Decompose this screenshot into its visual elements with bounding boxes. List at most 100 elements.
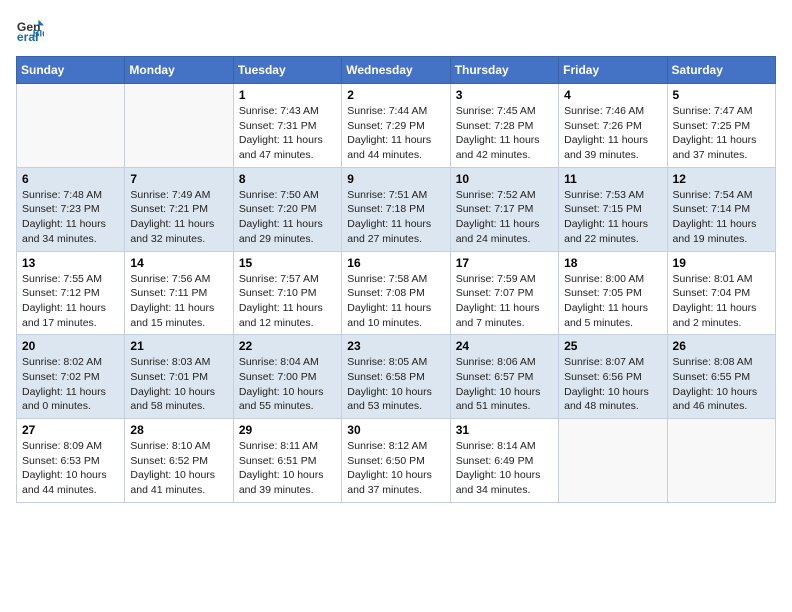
calendar-cell: 23 Sunrise: 8:05 AM Sunset: 6:58 PM Dayli… [342, 335, 450, 419]
day-info: Sunrise: 7:49 AM Sunset: 7:21 PM Dayligh… [130, 188, 227, 247]
svg-text:Blue: Blue [33, 29, 44, 39]
day-info: Sunrise: 8:01 AM Sunset: 7:04 PM Dayligh… [673, 272, 770, 331]
calendar-cell: 16Sunrise: 7:58 AM Sunset: 7:08 PM Dayli… [342, 251, 450, 335]
calendar-cell [125, 84, 233, 168]
day-number: 20 [22, 339, 119, 353]
calendar-cell: 28 Sunrise: 8:10 AM Sunset: 6:52 PM Dayli… [125, 419, 233, 503]
day-number: 16 [347, 256, 444, 270]
calendar-body: 1 Sunrise: 7:43 AM Sunset: 7:31 PM Daylig… [17, 84, 776, 503]
day-number: 31 [456, 423, 553, 437]
day-number: 14 [130, 256, 227, 270]
day-info: Sunrise: 7:50 AM Sunset: 7:20 PM Dayligh… [239, 188, 336, 247]
calendar-cell: 7Sunrise: 7:49 AM Sunset: 7:21 PM Daylig… [125, 167, 233, 251]
header-day-wednesday: Wednesday [342, 57, 450, 84]
day-info: Sunrise: 8:10 AM Sunset: 6:52 PM Dayligh… [130, 439, 227, 498]
day-info: Sunrise: 8:09 AM Sunset: 6:53 PM Dayligh… [22, 439, 119, 498]
calendar-cell: 6 Sunrise: 7:48 AM Sunset: 7:23 PM Daylig… [17, 167, 125, 251]
logo: Gen eral Blue [16, 16, 48, 44]
day-info: Sunrise: 7:43 AM Sunset: 7:31 PM Dayligh… [239, 104, 336, 163]
calendar-cell: 14 Sunrise: 7:56 AM Sunset: 7:11 PM Dayli… [125, 251, 233, 335]
header-day-tuesday: Tuesday [233, 57, 341, 84]
calendar-table: SundayMondayTuesdayWednesdayThursdayFrid… [16, 56, 776, 503]
calendar-cell [17, 84, 125, 168]
day-info: Sunrise: 7:46 AM Sunset: 7:26 PM Dayligh… [564, 104, 661, 163]
day-number: 1 [239, 88, 336, 102]
calendar-cell: 10 Sunrise: 7:52 AM Sunset: 7:17 PM Dayli… [450, 167, 558, 251]
header-day-monday: Monday [125, 57, 233, 84]
calendar-cell: 30 Sunrise: 8:12 AM Sunset: 6:50 PM Dayli… [342, 419, 450, 503]
week-row-4: 27 Sunrise: 8:09 AM Sunset: 6:53 PM Dayli… [17, 419, 776, 503]
day-number: 2 [347, 88, 444, 102]
day-number: 25 [564, 339, 661, 353]
day-number: 28 [130, 423, 227, 437]
day-number: 26 [673, 339, 770, 353]
header-day-sunday: Sunday [17, 57, 125, 84]
day-info: Sunrise: 7:53 AM Sunset: 7:15 PM Dayligh… [564, 188, 661, 247]
day-number: 27 [22, 423, 119, 437]
day-info: Sunrise: 8:14 AM Sunset: 6:49 PM Dayligh… [456, 439, 553, 498]
day-number: 22 [239, 339, 336, 353]
day-number: 9 [347, 172, 444, 186]
week-row-3: 20Sunrise: 8:02 AM Sunset: 7:02 PM Dayli… [17, 335, 776, 419]
day-number: 21 [130, 339, 227, 353]
week-row-0: 1 Sunrise: 7:43 AM Sunset: 7:31 PM Daylig… [17, 84, 776, 168]
day-number: 30 [347, 423, 444, 437]
calendar-cell: 3 Sunrise: 7:45 AM Sunset: 7:28 PM Daylig… [450, 84, 558, 168]
day-info: Sunrise: 7:59 AM Sunset: 7:07 PM Dayligh… [456, 272, 553, 331]
week-row-2: 13Sunrise: 7:55 AM Sunset: 7:12 PM Dayli… [17, 251, 776, 335]
day-number: 13 [22, 256, 119, 270]
day-number: 11 [564, 172, 661, 186]
day-info: Sunrise: 7:45 AM Sunset: 7:28 PM Dayligh… [456, 104, 553, 163]
calendar-cell: 22 Sunrise: 8:04 AM Sunset: 7:00 PM Dayli… [233, 335, 341, 419]
calendar-cell: 12Sunrise: 7:54 AM Sunset: 7:14 PM Dayli… [667, 167, 775, 251]
day-number: 6 [22, 172, 119, 186]
calendar-header: SundayMondayTuesdayWednesdayThursdayFrid… [17, 57, 776, 84]
day-info: Sunrise: 8:04 AM Sunset: 7:00 PM Dayligh… [239, 355, 336, 414]
header-day-saturday: Saturday [667, 57, 775, 84]
day-info: Sunrise: 7:57 AM Sunset: 7:10 PM Dayligh… [239, 272, 336, 331]
day-info: Sunrise: 8:06 AM Sunset: 6:57 PM Dayligh… [456, 355, 553, 414]
day-info: Sunrise: 8:12 AM Sunset: 6:50 PM Dayligh… [347, 439, 444, 498]
calendar-cell: 11 Sunrise: 7:53 AM Sunset: 7:15 PM Dayli… [559, 167, 667, 251]
day-number: 24 [456, 339, 553, 353]
calendar-cell: 2 Sunrise: 7:44 AM Sunset: 7:29 PM Daylig… [342, 84, 450, 168]
calendar-cell: 9 Sunrise: 7:51 AM Sunset: 7:18 PM Daylig… [342, 167, 450, 251]
day-number: 15 [239, 256, 336, 270]
day-number: 18 [564, 256, 661, 270]
logo-icon: Gen eral Blue [16, 16, 44, 44]
day-info: Sunrise: 7:48 AM Sunset: 7:23 PM Dayligh… [22, 188, 119, 247]
day-info: Sunrise: 8:00 AM Sunset: 7:05 PM Dayligh… [564, 272, 661, 331]
day-number: 19 [673, 256, 770, 270]
day-number: 8 [239, 172, 336, 186]
day-number: 23 [347, 339, 444, 353]
day-number: 4 [564, 88, 661, 102]
day-number: 3 [456, 88, 553, 102]
day-info: Sunrise: 8:03 AM Sunset: 7:01 PM Dayligh… [130, 355, 227, 414]
day-info: Sunrise: 7:56 AM Sunset: 7:11 PM Dayligh… [130, 272, 227, 331]
day-info: Sunrise: 8:07 AM Sunset: 6:56 PM Dayligh… [564, 355, 661, 414]
calendar-cell: 31 Sunrise: 8:14 AM Sunset: 6:49 PM Dayli… [450, 419, 558, 503]
header-row: SundayMondayTuesdayWednesdayThursdayFrid… [17, 57, 776, 84]
calendar-cell: 13Sunrise: 7:55 AM Sunset: 7:12 PM Dayli… [17, 251, 125, 335]
calendar-cell: 17 Sunrise: 7:59 AM Sunset: 7:07 PM Dayli… [450, 251, 558, 335]
calendar-cell: 15 Sunrise: 7:57 AM Sunset: 7:10 PM Dayli… [233, 251, 341, 335]
calendar-cell: 4 Sunrise: 7:46 AM Sunset: 7:26 PM Daylig… [559, 84, 667, 168]
calendar-cell: 20Sunrise: 8:02 AM Sunset: 7:02 PM Dayli… [17, 335, 125, 419]
day-number: 10 [456, 172, 553, 186]
day-number: 17 [456, 256, 553, 270]
day-info: Sunrise: 7:51 AM Sunset: 7:18 PM Dayligh… [347, 188, 444, 247]
day-info: Sunrise: 8:08 AM Sunset: 6:55 PM Dayligh… [673, 355, 770, 414]
day-info: Sunrise: 7:44 AM Sunset: 7:29 PM Dayligh… [347, 104, 444, 163]
day-number: 12 [673, 172, 770, 186]
day-info: Sunrise: 7:47 AM Sunset: 7:25 PM Dayligh… [673, 104, 770, 163]
day-number: 29 [239, 423, 336, 437]
day-info: Sunrise: 8:05 AM Sunset: 6:58 PM Dayligh… [347, 355, 444, 414]
day-info: Sunrise: 7:52 AM Sunset: 7:17 PM Dayligh… [456, 188, 553, 247]
calendar-cell: 26 Sunrise: 8:08 AM Sunset: 6:55 PM Dayli… [667, 335, 775, 419]
calendar-cell: 8 Sunrise: 7:50 AM Sunset: 7:20 PM Daylig… [233, 167, 341, 251]
header-day-friday: Friday [559, 57, 667, 84]
calendar-cell: 21 Sunrise: 8:03 AM Sunset: 7:01 PM Dayli… [125, 335, 233, 419]
day-number: 5 [673, 88, 770, 102]
calendar-cell [559, 419, 667, 503]
calendar-cell [667, 419, 775, 503]
